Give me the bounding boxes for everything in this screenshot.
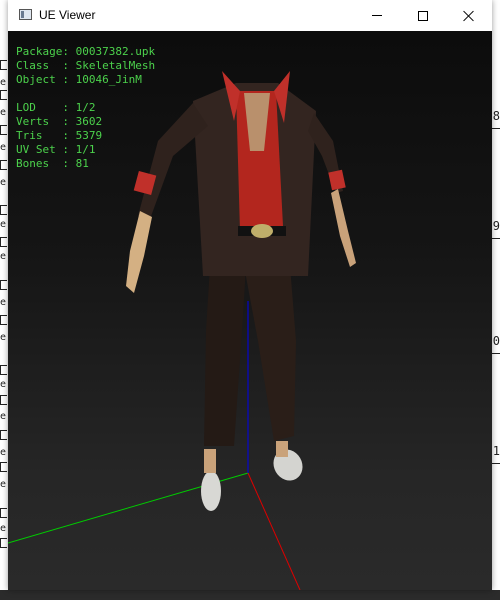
belt-buckle bbox=[251, 224, 273, 238]
bg-number: 9 bbox=[492, 219, 500, 233]
info-uvset: UV Set : 1/1 bbox=[16, 143, 96, 156]
bg-dash bbox=[492, 128, 500, 129]
bg-dash bbox=[492, 238, 500, 239]
bg-dash bbox=[492, 353, 500, 354]
bg-glyph: e bbox=[0, 332, 7, 343]
info-tris: Tris : 5379 bbox=[16, 129, 103, 142]
bg-glyph: e bbox=[0, 177, 7, 188]
bg-bracket bbox=[0, 160, 7, 170]
title-bar[interactable]: UE Viewer bbox=[8, 0, 492, 31]
bg-dash bbox=[492, 463, 500, 464]
background-left-strip: e e e e e e e e e e e e e bbox=[0, 30, 8, 600]
bg-glyph: e bbox=[0, 77, 7, 88]
right-cuff bbox=[328, 169, 346, 191]
info-object: Object : 10046_JinM bbox=[16, 73, 142, 86]
info-bones: Bones : 81 bbox=[16, 157, 89, 170]
window-title: UE Viewer bbox=[39, 8, 96, 22]
background-right-strip: 8 9 0 1 bbox=[492, 30, 500, 600]
bg-glyph: e bbox=[0, 523, 7, 534]
close-button[interactable] bbox=[446, 0, 492, 31]
mesh-info-overlay: Package: 00037382.upk Class : SkeletalMe… bbox=[16, 45, 155, 171]
character-model bbox=[126, 71, 356, 511]
right-leg bbox=[244, 266, 296, 441]
bg-bracket bbox=[0, 538, 7, 548]
bg-bracket bbox=[0, 125, 7, 135]
minimize-icon bbox=[372, 15, 382, 16]
minimize-button[interactable] bbox=[354, 0, 400, 31]
app-window-icon[interactable] bbox=[19, 9, 32, 20]
bg-bracket bbox=[0, 60, 7, 70]
axis-y-line bbox=[247, 472, 301, 590]
bg-number: 0 bbox=[492, 334, 500, 348]
bg-glyph: e bbox=[0, 107, 7, 118]
info-verts: Verts : 3602 bbox=[16, 115, 103, 128]
bg-bracket bbox=[0, 237, 7, 247]
close-icon bbox=[463, 10, 475, 22]
left-leg bbox=[204, 266, 246, 446]
bg-glyph: e bbox=[0, 251, 7, 262]
3d-viewport[interactable]: Package: 00037382.upk Class : SkeletalMe… bbox=[8, 31, 492, 590]
info-package: Package: 00037382.upk bbox=[16, 45, 156, 58]
bg-number: 1 bbox=[492, 444, 500, 458]
bg-bracket bbox=[0, 205, 7, 215]
bg-glyph: e bbox=[0, 219, 7, 230]
right-forearm bbox=[331, 189, 356, 267]
bg-number: 8 bbox=[492, 109, 500, 123]
bg-bracket bbox=[0, 508, 7, 518]
info-class: Class : SkeletalMesh bbox=[16, 59, 156, 72]
info-lod: LOD : 1/2 bbox=[16, 101, 96, 114]
bg-bracket bbox=[0, 430, 7, 440]
maximize-button[interactable] bbox=[400, 0, 446, 31]
left-shoe bbox=[201, 471, 221, 511]
ue-viewer-window: UE Viewer Package: 00037382.upk Class: … bbox=[8, 0, 492, 590]
bg-glyph: e bbox=[0, 297, 7, 308]
left-forearm bbox=[126, 211, 152, 293]
bg-glyph: e bbox=[0, 142, 7, 153]
bg-bracket bbox=[0, 395, 7, 405]
bg-bracket bbox=[0, 365, 7, 375]
bg-glyph: e bbox=[0, 447, 7, 458]
bg-glyph: e bbox=[0, 379, 7, 390]
bg-bracket bbox=[0, 280, 7, 290]
bg-bracket bbox=[0, 90, 7, 100]
left-ankle bbox=[204, 449, 216, 473]
background-taskbar-strip bbox=[0, 590, 500, 600]
maximize-icon bbox=[418, 10, 428, 21]
bg-bracket bbox=[0, 315, 7, 325]
bg-glyph: e bbox=[0, 479, 7, 490]
right-ankle bbox=[276, 441, 288, 457]
bg-glyph: e bbox=[0, 411, 7, 422]
bg-bracket bbox=[0, 462, 7, 472]
